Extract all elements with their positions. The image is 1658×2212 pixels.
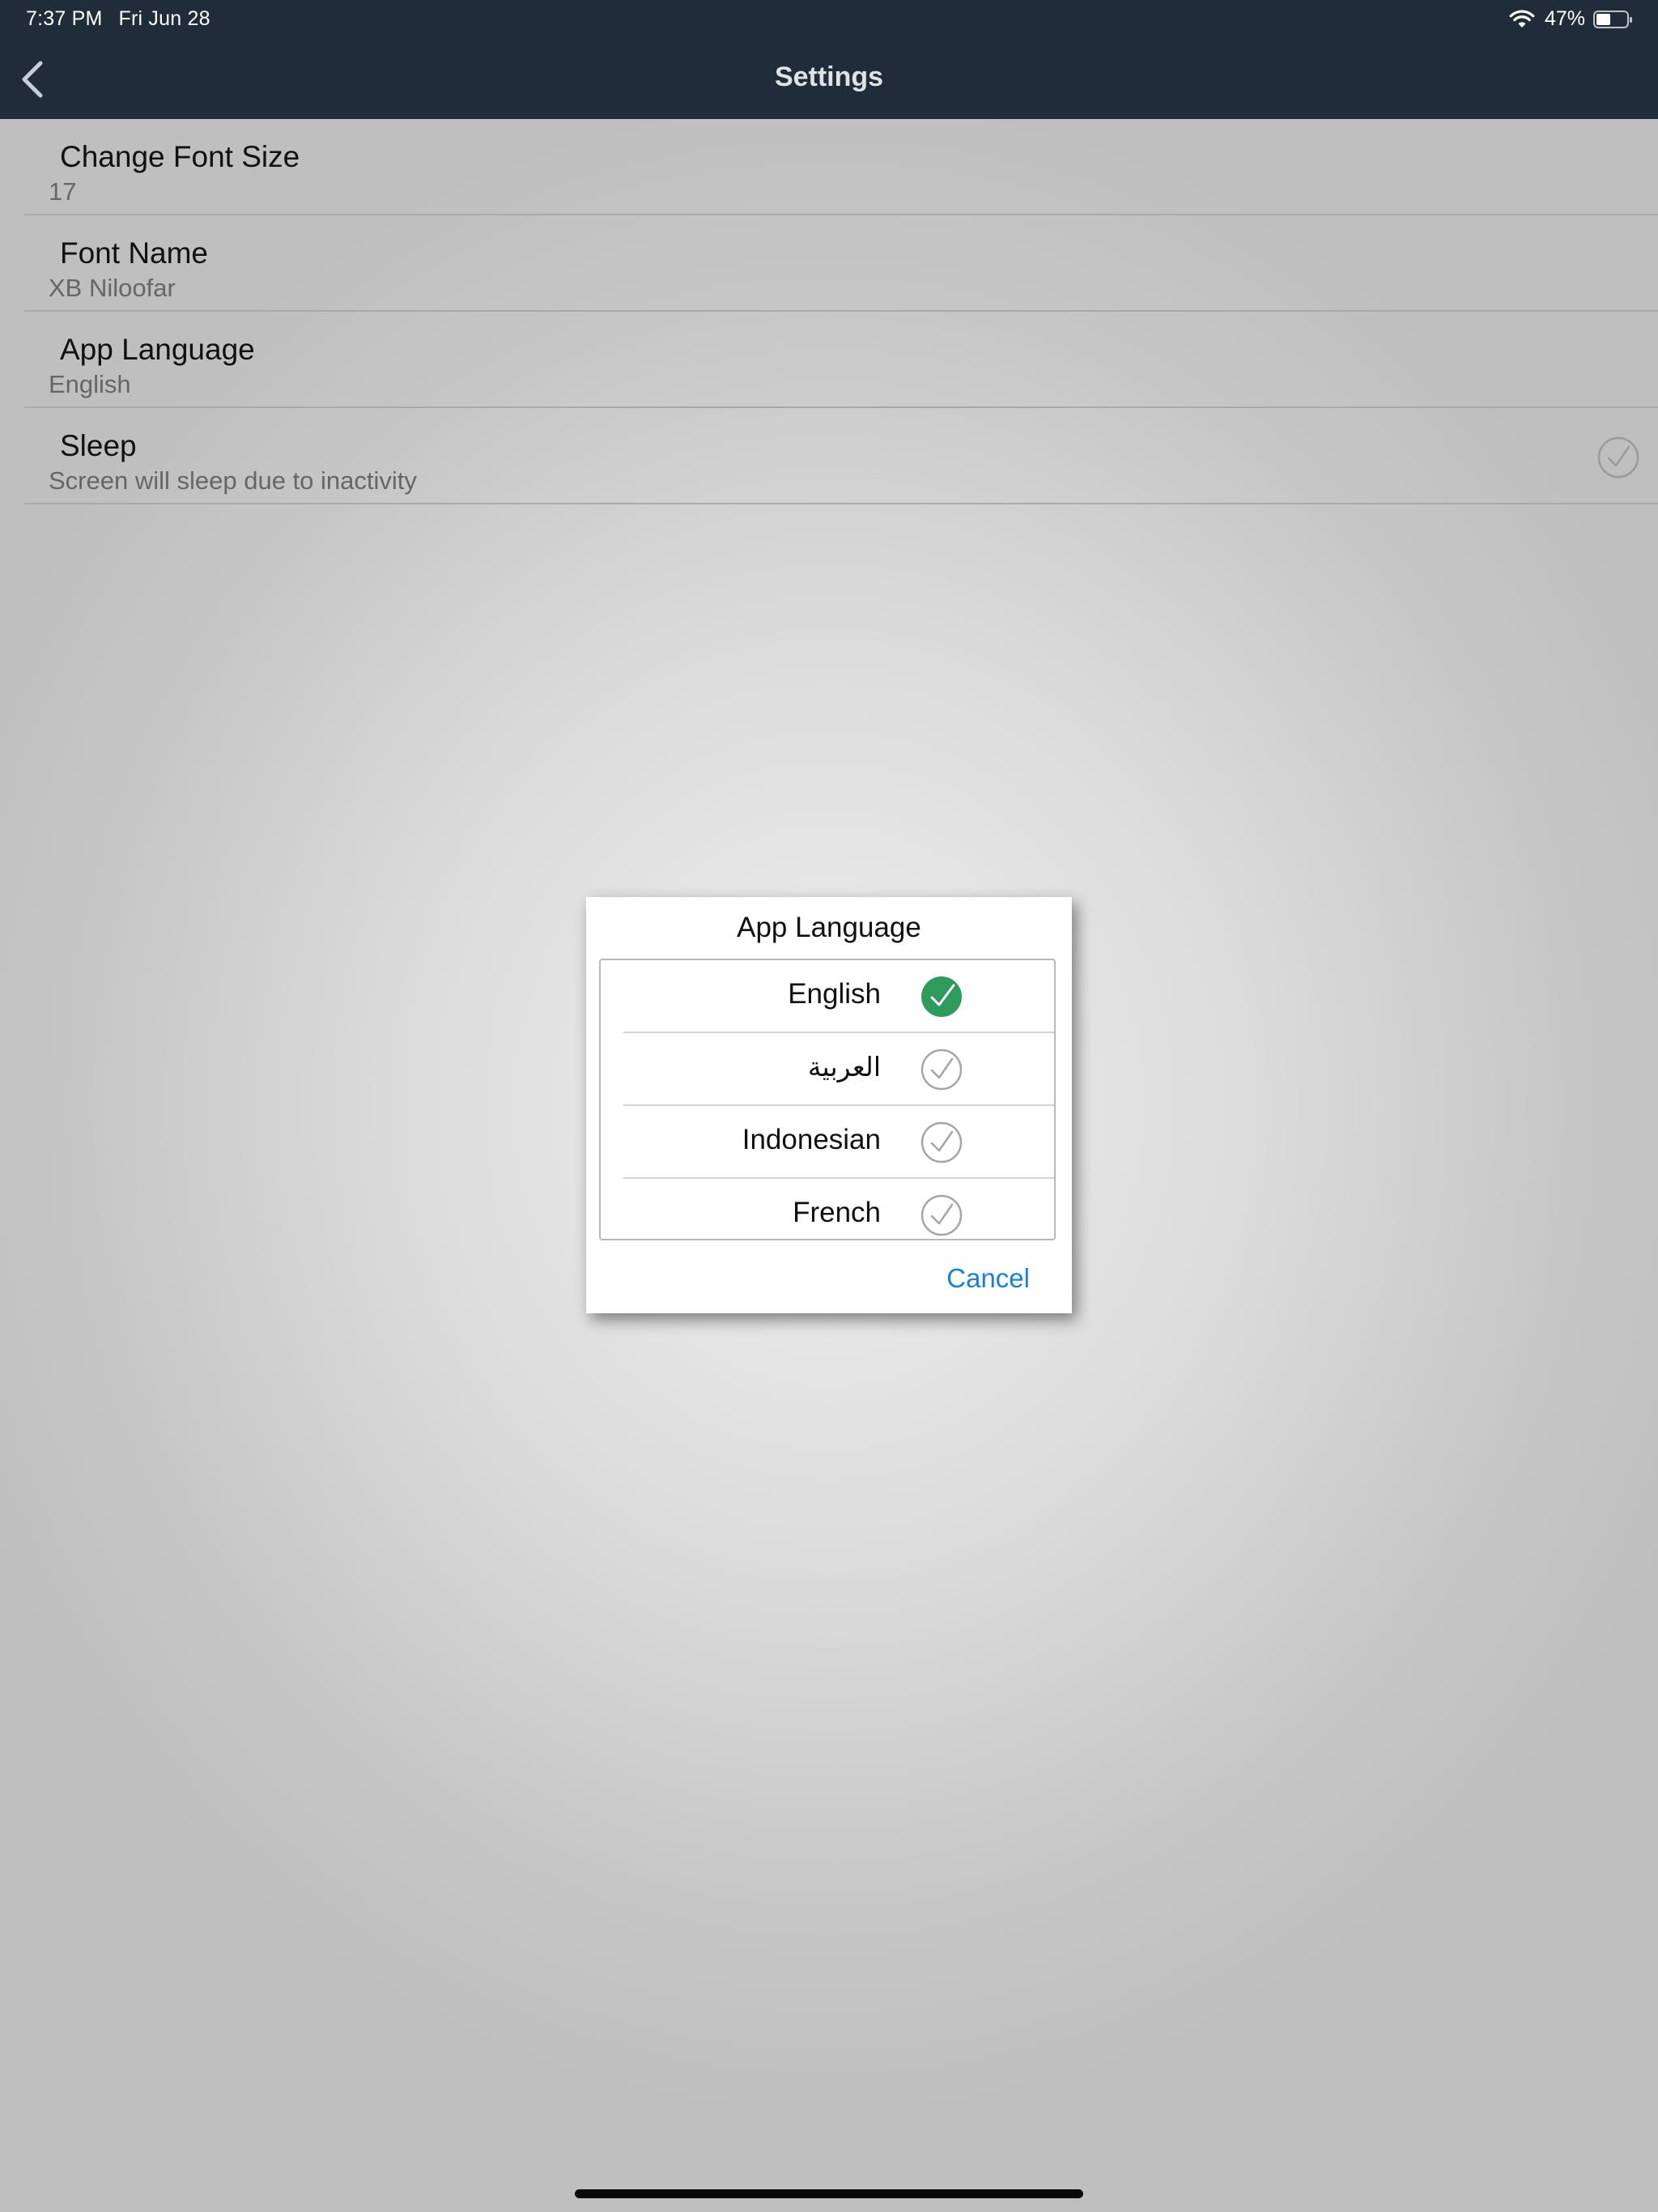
option-label: العربية bbox=[807, 1051, 881, 1083]
setting-font-size[interactable]: Change Font Size 17 bbox=[24, 119, 1658, 215]
status-time: 7:37 PM bbox=[26, 7, 103, 30]
check-circle-icon bbox=[920, 1049, 963, 1091]
battery-icon bbox=[1593, 10, 1632, 28]
setting-value: Screen will sleep due to inactivity bbox=[49, 466, 417, 495]
option-label: French bbox=[793, 1197, 881, 1228]
status-bar-right: 47% bbox=[1509, 7, 1634, 31]
setting-sleep[interactable]: Sleep Screen will sleep due to inactivit… bbox=[24, 408, 1658, 504]
setting-value: XB Niloofar bbox=[49, 274, 176, 302]
wifi-icon bbox=[1509, 10, 1535, 28]
check-circle-icon bbox=[1597, 436, 1639, 479]
setting-font-name[interactable]: Font Name XB Niloofar bbox=[24, 215, 1658, 312]
check-circle-icon bbox=[920, 1121, 963, 1163]
home-indicator[interactable] bbox=[575, 2189, 1083, 2198]
option-label: Indonesian bbox=[742, 1124, 881, 1155]
cancel-button[interactable]: Cancel bbox=[946, 1263, 1030, 1294]
status-date: Fri Jun 28 bbox=[118, 7, 210, 30]
navigation-header: 7:37 PM Fri Jun 28 47% Settings bbox=[0, 0, 1658, 119]
setting-app-language[interactable]: App Language English bbox=[24, 312, 1658, 408]
language-dialog: App Language English العربية Indonesian bbox=[586, 897, 1072, 1313]
setting-title: Sleep bbox=[60, 429, 137, 462]
setting-title: Font Name bbox=[60, 236, 209, 270]
setting-title: Change Font Size bbox=[60, 140, 300, 173]
setting-title: App Language bbox=[60, 333, 255, 366]
language-option-indonesian[interactable]: Indonesian bbox=[601, 1106, 1054, 1179]
language-option-english[interactable]: English bbox=[601, 960, 1054, 1033]
setting-value: English bbox=[49, 370, 131, 398]
setting-value: 17 bbox=[49, 177, 77, 206]
check-circle-icon bbox=[920, 1194, 963, 1236]
language-options: English العربية Indonesian French bbox=[599, 959, 1056, 1240]
option-label: English bbox=[788, 978, 881, 1010]
check-circle-selected-icon bbox=[921, 976, 962, 1017]
settings-list: Change Font Size 17 Font Name XB Niloofa… bbox=[24, 119, 1658, 504]
page-title: Settings bbox=[774, 62, 884, 92]
dialog-title: App Language bbox=[737, 912, 921, 943]
battery-percent: 47% bbox=[1544, 7, 1585, 30]
language-option-arabic[interactable]: العربية bbox=[601, 1033, 1054, 1106]
sleep-checkbox[interactable] bbox=[1596, 436, 1640, 479]
status-bar-left: 7:37 PM Fri Jun 28 bbox=[26, 7, 227, 31]
language-option-french[interactable]: French bbox=[601, 1179, 1054, 1239]
